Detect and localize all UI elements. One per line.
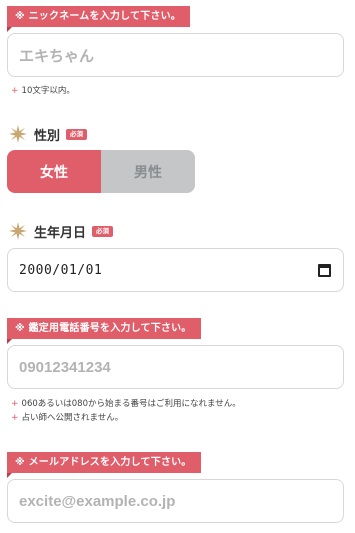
required-badge: 必須 xyxy=(92,225,114,237)
gender-option-male[interactable]: 男性 xyxy=(101,150,195,193)
plus-icon: + xyxy=(11,399,19,409)
sparkle-star-icon xyxy=(9,125,27,143)
sparkle-star-icon xyxy=(9,222,27,240)
phone-note-text-1: 060あるいは080から始まる番号はご利用になれません。 xyxy=(21,399,241,409)
birthdate-title: 生年月日 xyxy=(34,225,87,241)
required-badge: 必須 xyxy=(66,128,88,140)
phone-note-text-2: 占い師へ公開されません。 xyxy=(21,413,124,423)
calendar-icon[interactable] xyxy=(318,263,331,277)
phone-label-tag: ※ 鑑定用電話番号を入力して下さい。 xyxy=(7,318,201,344)
email-label-tag: ※ メールアドレスを入力して下さい。 xyxy=(7,452,201,478)
nickname-note-text: 10文字以内。 xyxy=(21,86,75,96)
birthdate-input[interactable]: 2000/01/01 xyxy=(7,248,344,292)
gender-section-header: 性別 必須 xyxy=(9,124,88,144)
phone-note-2: + 占い師へ公開されません。 xyxy=(11,411,123,423)
nickname-input[interactable]: エキちゃん xyxy=(7,33,344,77)
email-input[interactable]: excite@example.co.jp xyxy=(7,479,344,523)
birthdate-value: 2000/01/01 xyxy=(19,262,103,278)
plus-icon: + xyxy=(11,413,19,423)
gender-toggle[interactable]: 女性 男性 xyxy=(7,150,195,193)
phone-note-1: +060あるいは080から始まる番号はご利用になれません。 xyxy=(11,397,241,409)
gender-title: 性別 xyxy=(34,128,61,144)
nickname-label-tag: ※ ニックネームを入力して下さい。 xyxy=(7,6,191,32)
gender-option-female[interactable]: 女性 xyxy=(7,150,101,193)
phone-input[interactable]: 09012341234 xyxy=(7,345,344,389)
plus-icon: + xyxy=(11,86,19,96)
birthdate-section-header: 生年月日 必須 xyxy=(9,221,114,241)
nickname-note: +10文字以内。 xyxy=(11,84,75,96)
